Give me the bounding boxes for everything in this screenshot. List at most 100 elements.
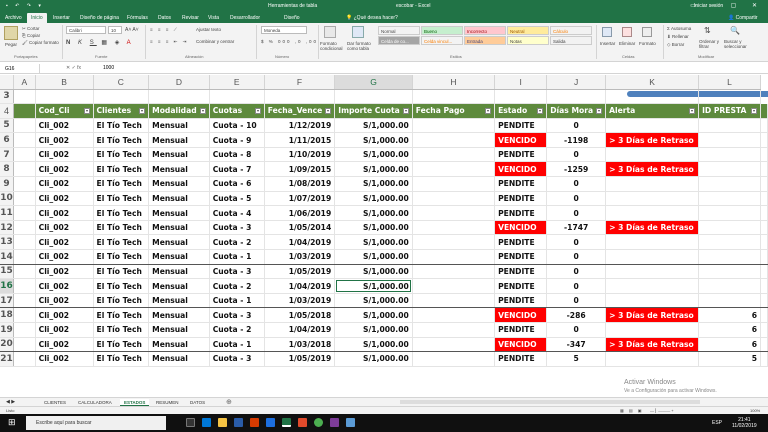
cell[interactable]: -286 [546,307,607,323]
column-header-h[interactable]: H [412,75,496,90]
delete-button[interactable]: Eliminar [619,41,635,46]
cell[interactable] [35,89,94,105]
font-grow-shrink[interactable]: A˄ A˅ [125,27,139,33]
cell[interactable] [13,191,36,207]
app-icon-2[interactable] [330,418,339,427]
cell[interactable]: > 3 Días de Retraso [605,220,700,236]
column-header-g[interactable]: G [334,75,413,90]
cell[interactable]: Cuota - 1 [209,293,265,309]
cell[interactable] [412,205,496,221]
sheet-tab-datos[interactable]: DATOS [186,399,209,406]
cell[interactable]: El Tío Tech [93,118,150,134]
taskbar-search[interactable]: Escribe aquí para buscar [26,416,166,430]
cell[interactable] [698,89,761,105]
cell[interactable] [13,89,36,105]
cell[interactable]: 1/09/2015 [264,161,336,178]
cell[interactable]: S/1,000.00 [334,147,413,163]
tab-inicio[interactable]: Inicio [27,13,47,23]
cell[interactable] [13,249,36,265]
cell[interactable]: S/1,000.00 [334,351,413,367]
sheet-nav-arrows[interactable]: ◀ ▶ [6,399,15,405]
cell[interactable] [412,147,496,163]
cell[interactable]: El Tío Tech [93,176,150,192]
cell[interactable] [412,337,496,353]
cell[interactable] [334,89,413,105]
cell[interactable]: S/1,000.00 [334,220,413,236]
cell[interactable]: Cli_002 [35,293,94,309]
cell[interactable]: El Tío Tech [93,322,150,338]
cell[interactable]: 1/11/2015 [264,132,336,148]
cell[interactable]: 6 [698,307,761,323]
cell[interactable]: PENDITE [494,249,548,265]
style-calculo[interactable]: Cálculo [550,26,592,35]
column-header-j[interactable]: J [546,75,607,90]
cell[interactable] [760,176,768,192]
cell[interactable] [13,118,36,134]
cell[interactable]: PENDITE [494,147,548,163]
filter-dropdown-icon[interactable] [199,107,206,114]
cell[interactable]: S/1,000.00 [334,307,413,323]
column-header-a[interactable]: A [13,75,36,90]
cell[interactable] [698,205,761,221]
powerpoint-icon[interactable] [250,418,259,427]
cell[interactable]: Cli_002 [35,234,94,251]
row-header[interactable]: 17 [0,293,15,309]
copy-button[interactable]: ⎘ Copiar [22,33,40,38]
cell[interactable]: 1/12/2019 [264,118,336,134]
cell[interactable]: Mensual [148,147,210,163]
cell[interactable] [412,118,496,134]
cell[interactable] [760,337,768,353]
cell[interactable]: El Tío Tech [93,307,150,323]
cell[interactable]: PENDITE [494,278,548,294]
row-header[interactable]: 8 [0,161,15,178]
format-as-table-icon[interactable] [352,26,364,38]
cell[interactable] [412,191,496,207]
cell[interactable]: S/1,000.00 [334,337,413,353]
cell[interactable]: Mensual [148,176,210,192]
cell[interactable]: 0 [546,264,607,280]
cell[interactable] [13,337,36,353]
grid-table[interactable]: ABCDEFGHIJKL 3 4 Cod_Cli Clientes Modalidad… [0,75,768,367]
column-title-cell[interactable]: Alerta [605,103,700,119]
format-icon[interactable] [642,27,652,37]
sheet-tab-estados[interactable]: ESTADOS [120,399,150,406]
cell[interactable]: Mensual [148,264,210,280]
window-controls[interactable]: ▭ – ▢ ✕ [690,2,764,9]
style-salida[interactable]: Salida [550,36,592,45]
cell[interactable] [13,161,36,178]
column-header-e[interactable]: E [209,75,265,90]
select-all-corner[interactable] [0,75,15,90]
filter-dropdown-icon[interactable] [596,107,603,114]
paste-icon[interactable] [4,26,18,40]
cell[interactable] [760,278,768,294]
cell[interactable]: Cuota - 2 [209,234,265,251]
cell[interactable]: PENDITE [494,118,548,134]
row-header[interactable]: 10 [0,191,15,207]
row-header[interactable]: 12 [0,220,15,236]
cell[interactable]: 0 [546,322,607,338]
cell[interactable] [13,147,36,163]
cell[interactable]: 1/03/2018 [264,337,336,353]
column-title-cell[interactable]: Fecha_Vence [264,103,336,119]
cell[interactable]: El Tío Tech [93,293,150,309]
cell[interactable]: 1/05/2019 [264,351,336,367]
sheet-tab-resumen[interactable]: RESUMEN [152,399,183,406]
cell[interactable]: 0 [546,118,607,134]
sheet-tab-calculadora[interactable]: CALCULADORA [74,399,116,406]
alignment-buttons-2[interactable]: ≡ ≡ ≡ ⇤ ⇥ [150,39,188,45]
cell[interactable] [412,176,496,192]
paste-button[interactable]: Pegar [5,42,17,47]
cell[interactable] [760,293,768,309]
cell[interactable] [760,118,768,134]
clear-button[interactable]: ◇ Borrar [667,42,684,48]
style-celda-comprobacion[interactable]: Celda de co... [378,36,420,45]
column-title-cell[interactable]: Cod_Cli [35,103,94,119]
row-header[interactable]: 11 [0,205,15,221]
cell[interactable]: S/1,000.00 [334,293,413,309]
cell[interactable] [605,234,700,251]
number-format-buttons[interactable]: $ % 000 ,0 ,00 [261,39,318,44]
cell[interactable] [698,293,761,309]
filter-dropdown-icon[interactable] [402,107,409,114]
cell[interactable]: S/1,000.00 [334,264,413,280]
autosum-button[interactable]: Σ Autosuma [667,26,691,31]
